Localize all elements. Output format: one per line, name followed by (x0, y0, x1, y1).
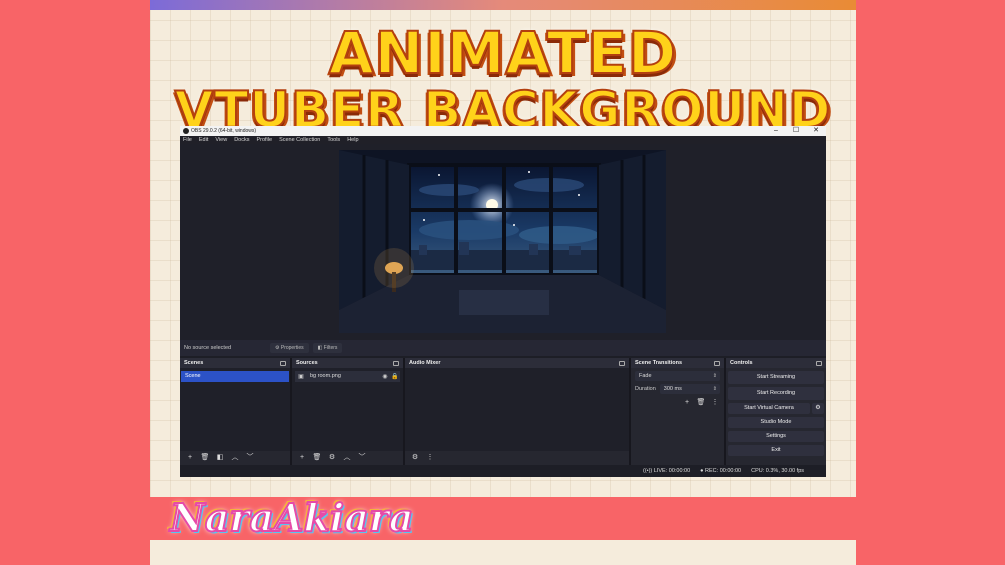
more-icon[interactable]: ⋮ (710, 398, 720, 408)
controls-dock: Controls Start Streaming Start Recording… (726, 358, 826, 465)
studio-mode-button[interactable]: Studio Mode (728, 417, 824, 428)
scenes-dock: Scenes Scene + 🗑 ◧ ︿ ﹀ (180, 358, 290, 465)
sources-title: Sources (296, 360, 318, 366)
broadcast-icon: ((•)) (643, 468, 654, 474)
gear-icon[interactable]: ⚙ (327, 453, 337, 463)
source-list-item[interactable]: ▣ bg room.png ◉ 🔒 (295, 371, 400, 382)
scene-list-item[interactable]: Scene (181, 371, 289, 382)
trash-icon[interactable]: 🗑 (312, 453, 322, 463)
menu-docks[interactable]: Docks (234, 137, 249, 143)
maximize-icon[interactable]: ☐ (786, 126, 806, 136)
properties-label: Properties (280, 345, 304, 351)
audio-mixer-title: Audio Mixer (409, 360, 441, 366)
chevron-updown-icon: ⇕ (712, 373, 717, 379)
gear-icon[interactable]: ⚙ (410, 453, 420, 463)
titlebar: OBS 29.0.2 (64-bit, windows) – ☐ ✕ (180, 126, 826, 136)
docks-row: Scenes Scene + 🗑 ◧ ︿ ﹀ Sources ▣ bg room… (180, 358, 826, 465)
live-time: LIVE: 00:00:00 (653, 468, 691, 474)
rec-time: REC: 00:00:00 (705, 468, 742, 474)
plus-icon[interactable]: + (682, 398, 692, 408)
filters-button[interactable]: ◧ Filters (312, 343, 343, 353)
minimize-icon[interactable]: – (766, 126, 786, 136)
plus-icon[interactable]: + (185, 453, 195, 463)
source-toolbar: No source selected ⚙ Properties ◧ Filter… (180, 340, 826, 356)
more-icon[interactable]: ⋮ (425, 453, 435, 463)
transitions-title: Scene Transitions (635, 360, 683, 366)
menu-scene-collection[interactable]: Scene Collection (279, 137, 320, 143)
image-icon: ▣ (298, 373, 304, 380)
start-virtual-camera-button[interactable]: Start Virtual Camera (728, 403, 810, 414)
trash-icon[interactable]: 🗑 (696, 398, 706, 408)
window-title: OBS 29.0.2 (64-bit, windows) (191, 128, 257, 134)
preview-area[interactable] (180, 144, 826, 340)
up-icon[interactable]: ︿ (342, 453, 352, 463)
menu-tools[interactable]: Tools (327, 137, 340, 143)
no-source-label: No source selected (184, 345, 232, 351)
scenes-title: Scenes (184, 360, 204, 366)
settings-button[interactable]: Settings (728, 431, 824, 442)
menu-view[interactable]: View (215, 137, 227, 143)
properties-button[interactable]: ⚙ Properties (270, 343, 309, 353)
gear-icon[interactable]: ⚙ (812, 403, 824, 414)
source-name: bg room.png (310, 373, 341, 379)
duration-label: Duration (635, 386, 656, 392)
night-room-artwork (339, 150, 666, 333)
cpu-status: CPU: 0.3%, 30.00 fps (751, 468, 804, 474)
menubar: File Edit View Docks Profile Scene Colle… (180, 136, 826, 144)
audio-mixer-dock: Audio Mixer ⚙ ⋮ (405, 358, 629, 465)
bottom-strip (150, 540, 856, 565)
duration-value: 300 ms (663, 386, 682, 392)
lock-icon[interactable]: 🔒 (391, 374, 398, 380)
duration-input[interactable]: 300 ms ⇕ (659, 384, 720, 394)
rec-status: ● REC: 00:00:00 (700, 468, 741, 474)
obs-app-icon (183, 128, 189, 134)
undock-icon[interactable] (280, 360, 286, 366)
start-recording-button[interactable]: Start Recording (728, 387, 824, 400)
undock-icon[interactable] (714, 360, 720, 366)
up-icon[interactable]: ︿ (230, 453, 240, 463)
down-icon[interactable]: ﹀ (357, 453, 367, 463)
filter-icon[interactable]: ◧ (215, 453, 225, 463)
status-bar: ((•)) LIVE: 00:00:00 ● REC: 00:00:00 CPU… (180, 465, 826, 477)
gradient-bar (150, 0, 856, 10)
sources-dock: Sources ▣ bg room.png ◉ 🔒 + 🗑 ⚙ ︿ ﹀ (292, 358, 403, 465)
menu-edit[interactable]: Edit (199, 137, 208, 143)
plus-icon[interactable]: + (297, 453, 307, 463)
menu-file[interactable]: File (183, 137, 192, 143)
headline-line1: ANIMATED (328, 19, 678, 87)
down-icon[interactable]: ﹀ (245, 453, 255, 463)
live-status: ((•)) LIVE: 00:00:00 (643, 468, 690, 474)
eye-icon[interactable]: ◉ (382, 374, 388, 380)
transition-select[interactable]: Fade ⇕ (635, 371, 720, 381)
scene-transitions-dock: Scene Transitions Fade ⇕ Duration 300 ms ⇕… (631, 358, 724, 465)
exit-button[interactable]: Exit (728, 445, 824, 456)
undock-icon[interactable] (816, 360, 822, 366)
close-icon[interactable]: ✕ (806, 126, 826, 136)
trash-icon[interactable]: 🗑 (200, 453, 210, 463)
menu-profile[interactable]: Profile (256, 137, 272, 143)
controls-title: Controls (730, 360, 753, 366)
start-streaming-button[interactable]: Start Streaming (728, 371, 824, 384)
brand-logo: NaraAkiara (169, 494, 415, 541)
transition-value: Fade (639, 373, 652, 379)
filters-label: Filters (323, 345, 338, 351)
undock-icon[interactable] (619, 360, 625, 366)
menu-help[interactable]: Help (347, 137, 358, 143)
undock-icon[interactable] (393, 360, 399, 366)
obs-window: OBS 29.0.2 (64-bit, windows) – ☐ ✕ File … (180, 126, 826, 477)
chevron-updown-icon: ⇕ (712, 386, 717, 392)
preview-scene-image (339, 150, 666, 333)
